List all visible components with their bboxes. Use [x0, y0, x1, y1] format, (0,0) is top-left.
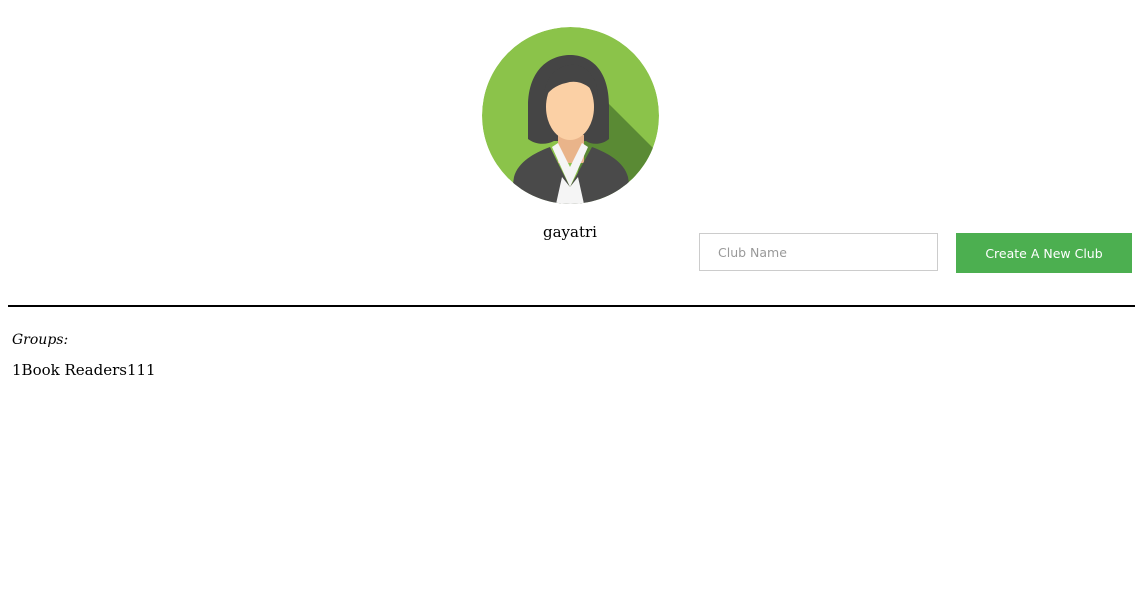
list-item[interactable]: 1Book Readers111: [12, 360, 156, 380]
club-name-input[interactable]: [699, 233, 938, 271]
create-club-button[interactable]: Create A New Club: [956, 233, 1132, 273]
avatar: [482, 27, 659, 204]
username: gayatri: [543, 223, 597, 241]
groups-label: Groups:: [12, 332, 69, 348]
groups-list: 1Book Readers111: [12, 360, 156, 380]
divider: [8, 305, 1135, 307]
user-avatar-icon: [482, 27, 659, 204]
